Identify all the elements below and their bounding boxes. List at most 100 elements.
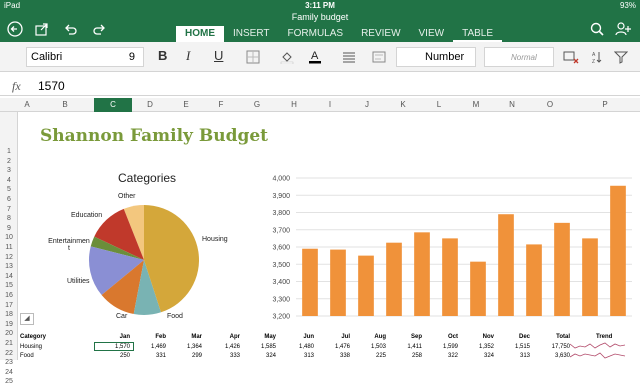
sheet-title[interactable]: Shannon Family Budget [40,126,268,146]
sort-icon[interactable]: AZ [590,48,608,66]
tab-insert[interactable]: INSERT [224,26,279,42]
row-header-9[interactable]: 9 [0,225,18,232]
row-header-13[interactable]: 13 [0,263,18,270]
align-icon[interactable] [340,48,358,66]
bar[interactable] [526,244,542,316]
table-cell[interactable]: 1,585 [246,344,276,350]
table-cell[interactable]: 1,599 [428,344,458,350]
table-header-cell[interactable]: Total [536,334,570,340]
table-header-cell[interactable]: Aug [356,334,386,340]
row-header-25[interactable]: 25 [0,378,18,385]
row-header-17[interactable]: 17 [0,302,18,309]
bar[interactable] [610,185,626,316]
table-cell[interactable]: 250 [98,353,130,359]
table-cell[interactable]: 313 [282,353,314,359]
number-format-dropdown[interactable]: Number [396,47,476,67]
bar[interactable] [442,238,458,316]
row-header-11[interactable]: 11 [0,244,18,251]
table-cell[interactable]: 324 [464,353,494,359]
column-header-c[interactable]: C [94,98,132,112]
table-cell[interactable]: 333 [208,353,240,359]
table-header-cell[interactable]: May [246,334,276,340]
table-header-cell[interactable]: Jun [282,334,314,340]
row-header-16[interactable]: 16 [0,292,18,299]
table-header-cell[interactable]: Sep [392,334,422,340]
column-header-b[interactable]: B [36,100,94,109]
table-cell[interactable]: 1,426 [208,344,240,350]
column-header-e[interactable]: E [168,100,204,109]
row-header-4[interactable]: 4 [0,177,18,184]
table-header-cell[interactable]: Trend [596,334,612,340]
table-cell[interactable]: 1,352 [464,344,494,350]
table-header-cell[interactable]: Jan [98,334,130,340]
tab-formulas[interactable]: FORMULAS [279,26,353,42]
table-cell[interactable]: 17,750 [536,344,570,350]
bar[interactable] [582,238,598,316]
table-cell[interactable]: 3,630 [536,353,570,359]
underline-button[interactable]: U [214,48,223,63]
search-icon[interactable] [588,20,606,38]
function-icon[interactable]: fx [12,79,21,94]
table-header-cell[interactable]: Apr [208,334,240,340]
table-cell[interactable]: 1,469 [136,344,166,350]
column-header-n[interactable]: N [494,100,530,109]
table-cell[interactable]: 322 [428,353,458,359]
bar[interactable] [470,261,486,316]
table-cell[interactable]: Food [20,353,34,359]
row-header-24[interactable]: 24 [0,369,18,376]
row-header-5[interactable]: 5 [0,186,18,193]
row-header-12[interactable]: 12 [0,254,18,261]
column-header-m[interactable]: M [458,100,494,109]
column-header-d[interactable]: D [132,100,168,109]
undo-icon[interactable] [62,20,80,38]
redo-icon[interactable] [90,20,108,38]
bar[interactable] [302,248,318,316]
column-header-j[interactable]: J [348,100,386,109]
fill-color-icon[interactable] [278,48,296,66]
bar[interactable] [554,222,570,316]
row-header-6[interactable]: 6 [0,196,18,203]
table-header-cell[interactable]: Oct [428,334,458,340]
table-cell[interactable]: 1,515 [500,344,530,350]
bar[interactable] [358,255,374,316]
row-header-18[interactable]: 18 [0,311,18,318]
table-header-cell[interactable]: Mar [172,334,202,340]
italic-button[interactable]: I [186,48,190,64]
row-header-14[interactable]: 14 [0,273,18,280]
wrap-text-icon[interactable] [370,48,388,66]
table-cell[interactable]: 1,411 [392,344,422,350]
column-header-a[interactable]: A [18,100,36,109]
row-header-10[interactable]: 10 [0,234,18,241]
share-icon[interactable] [33,20,51,38]
row-header-3[interactable]: 3 [0,167,18,174]
row-header-8[interactable]: 8 [0,215,18,222]
column-header-h[interactable]: H [276,100,312,109]
tab-review[interactable]: REVIEW [352,26,409,42]
row-header-7[interactable]: 7 [0,206,18,213]
row-header-20[interactable]: 20 [0,330,18,337]
font-color-icon[interactable]: A [306,48,324,66]
font-size[interactable]: 9 [129,51,135,63]
column-header-k[interactable]: K [386,100,420,109]
column-header-g[interactable]: G [238,100,276,109]
column-header-f[interactable]: F [204,100,238,109]
column-header-i[interactable]: I [312,100,348,109]
bar-chart[interactable]: 3,200 3,300 3,400 3,500 3,600 3,700 3,800 3,900… [250,168,640,328]
filter-icon[interactable] [612,48,630,66]
row-header-23[interactable]: 23 [0,359,18,366]
font-picker[interactable]: Calibri 9 [26,47,144,67]
table-cell[interactable]: 225 [356,353,386,359]
table-cell[interactable]: 1,476 [320,344,350,350]
bar[interactable] [414,232,430,316]
table-cell[interactable]: 1,503 [356,344,386,350]
bar[interactable] [386,242,402,316]
add-user-icon[interactable] [614,20,632,38]
table-cell[interactable]: 1,480 [282,344,314,350]
row-header-15[interactable]: 15 [0,282,18,289]
table-header-cell[interactable]: Category [20,334,46,340]
formula-input[interactable]: 1570 [38,79,65,93]
table-cell[interactable]: 324 [246,353,276,359]
row-header-1[interactable]: 1 [0,148,18,155]
table-cell[interactable]: 313 [500,353,530,359]
column-header-o[interactable]: O [530,100,570,109]
